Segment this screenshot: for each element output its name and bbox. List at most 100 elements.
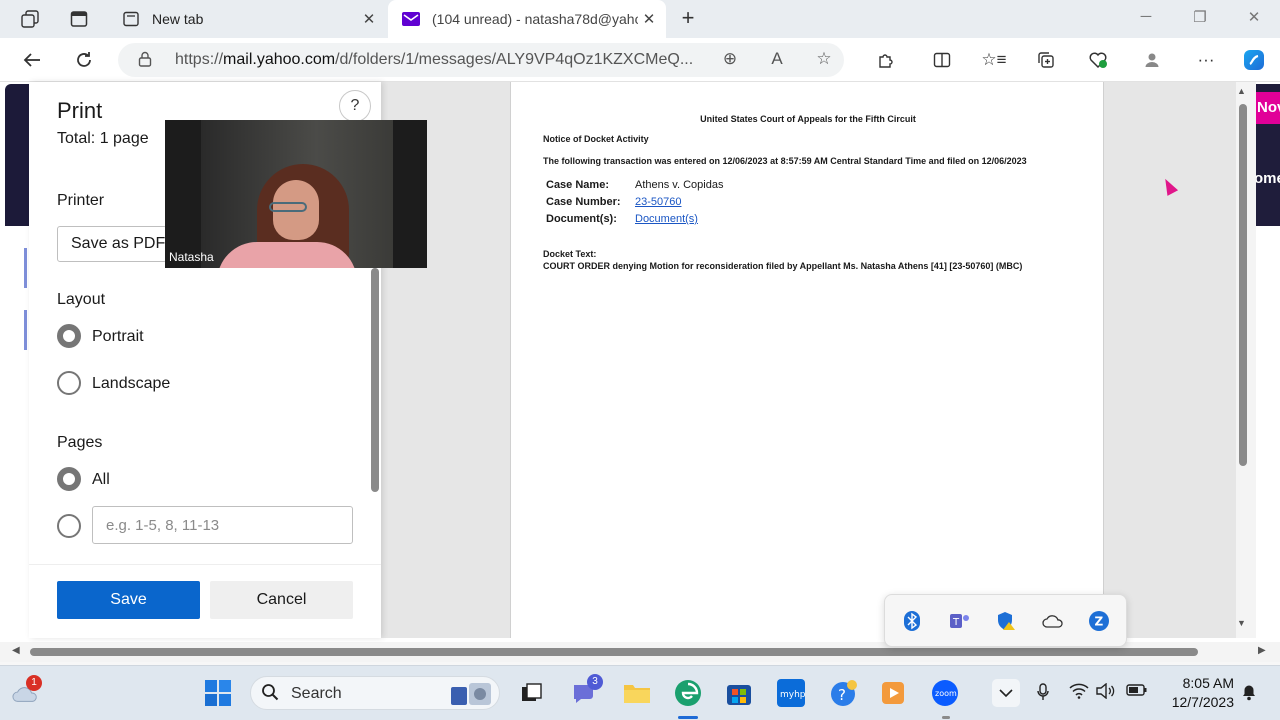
running-app-indicator — [942, 716, 950, 719]
pages-all-radio[interactable] — [57, 467, 81, 491]
close-tab-icon[interactable]: ✕ — [638, 10, 660, 28]
svg-text:?: ? — [838, 686, 846, 704]
video-call-overlay[interactable]: Natasha — [165, 120, 427, 268]
onedrive-icon[interactable] — [1041, 609, 1065, 633]
bluetooth-icon[interactable] — [900, 609, 924, 633]
new-tab-plus-icon[interactable]: + — [676, 7, 700, 29]
active-app-indicator — [678, 716, 698, 719]
battery-icon[interactable] — [1126, 683, 1148, 701]
zoom-icon[interactable]: ⊕ — [719, 49, 741, 69]
workspaces-icon[interactable] — [19, 8, 41, 30]
close-window-icon[interactable]: ✕ — [1241, 8, 1267, 26]
pages-range-radio[interactable] — [57, 514, 81, 538]
participant-name: Natasha — [169, 250, 214, 264]
dialog-scrollbar-thumb[interactable] — [371, 268, 379, 492]
page-range-input[interactable] — [92, 506, 353, 544]
page-total: Total: 1 page — [57, 130, 149, 147]
minimize-icon[interactable]: ─ — [1133, 8, 1159, 25]
scroll-down-icon[interactable]: ▼ — [1237, 618, 1246, 628]
read-aloud-icon[interactable]: A — [766, 49, 788, 69]
favorite-star-icon[interactable]: ☆ — [813, 49, 835, 69]
restore-icon[interactable]: ❐ — [1187, 8, 1213, 26]
tab-actions-icon[interactable] — [68, 8, 90, 30]
yahoo-mail-icon — [402, 10, 420, 28]
volume-icon[interactable] — [1095, 682, 1117, 703]
tray-overflow-chevron-icon[interactable] — [992, 679, 1020, 707]
file-explorer-icon[interactable] — [623, 679, 651, 707]
save-button[interactable]: Save — [57, 581, 200, 619]
split-screen-icon[interactable] — [930, 48, 954, 72]
banner-text: ome — [1254, 170, 1280, 187]
profile-icon[interactable] — [1140, 48, 1164, 72]
start-icon[interactable] — [204, 679, 232, 707]
title-bar: New tab ✕ (104 unread) - natasha78d@yaho… — [0, 0, 1280, 38]
clock-time: 8:05 AM — [1182, 675, 1234, 691]
scroll-right-icon[interactable]: ▶ — [1258, 645, 1266, 656]
portrait-radio[interactable] — [57, 324, 81, 348]
microphone-icon[interactable] — [1032, 683, 1054, 705]
tab-title: New tab — [152, 11, 204, 27]
zoom-app-icon[interactable]: Z — [1087, 609, 1111, 633]
sidebar-marker — [24, 310, 27, 350]
close-tab-icon[interactable]: ✕ — [358, 10, 380, 28]
more-menu-icon[interactable]: ··· — [1194, 48, 1218, 72]
teams-icon[interactable]: T — [948, 609, 972, 633]
participant-shirt — [217, 242, 357, 268]
printer-select[interactable]: Save as PDF — [57, 226, 167, 262]
lock-icon[interactable] — [138, 51, 152, 71]
security-warning-icon[interactable] — [994, 609, 1018, 633]
case-number-label: Case Number: — [546, 196, 621, 208]
scrollbar-thumb[interactable] — [1239, 104, 1247, 466]
back-icon[interactable] — [20, 48, 44, 72]
browser-essentials-icon[interactable] — [1086, 48, 1110, 72]
url-text[interactable]: https://mail.yahoo.com/d/folders/1/messa… — [175, 51, 693, 69]
pages-heading: Pages — [57, 434, 103, 451]
print-title: Print — [57, 98, 103, 123]
help-icon[interactable]: ? — [339, 90, 371, 122]
mail-ad-banner[interactable]: Nov ome — [1254, 84, 1280, 226]
case-number-link[interactable]: 23-50760 — [635, 196, 682, 208]
favorites-icon[interactable]: ☆≡ — [981, 48, 1006, 72]
edge-icon[interactable] — [674, 679, 702, 707]
tab-title: (104 unread) - natasha78d@yahoo — [432, 11, 638, 27]
landscape-label[interactable]: Landscape — [92, 375, 170, 393]
portrait-label[interactable]: Portrait — [92, 328, 144, 346]
zoom-taskbar-icon[interactable]: zoom — [931, 679, 959, 707]
address-bar[interactable]: https://mail.yahoo.com/d/folders/1/messa… — [118, 43, 844, 77]
scroll-left-icon[interactable]: ◀ — [12, 645, 20, 656]
mail-sidebar-strip — [5, 84, 29, 226]
taskbar-search[interactable]: Search — [250, 676, 500, 710]
wifi-icon[interactable] — [1068, 683, 1090, 703]
court-heading: United States Court of Appeals for the F… — [700, 114, 916, 124]
clock[interactable]: 8:05 AM 12/7/2023 — [1162, 674, 1234, 712]
transaction-line: The following transaction was entered on… — [543, 156, 1027, 166]
tab-new-tab[interactable]: New tab ✕ — [108, 0, 386, 38]
sidebar-marker — [24, 248, 27, 288]
clock-date: 12/7/2023 — [1171, 694, 1234, 710]
banner-label: Nov — [1254, 92, 1280, 124]
myhp-icon[interactable]: myhp — [777, 679, 805, 707]
notifications-bell-icon[interactable] — [1238, 683, 1260, 705]
cancel-button[interactable]: Cancel — [210, 581, 353, 619]
landscape-radio[interactable] — [57, 371, 81, 395]
pages-all-label[interactable]: All — [92, 471, 110, 489]
get-help-icon[interactable]: ? — [830, 679, 858, 707]
weather-badge: 1 — [26, 675, 42, 691]
layout-heading: Layout — [57, 291, 106, 308]
media-player-icon[interactable] — [879, 679, 907, 707]
extensions-icon[interactable] — [874, 48, 898, 72]
microsoft-store-icon[interactable] — [725, 679, 753, 707]
case-name-value: Athens v. Copidas — [635, 179, 724, 191]
scroll-up-icon[interactable]: ▲ — [1237, 86, 1246, 96]
refresh-icon[interactable] — [72, 48, 96, 72]
documents-link[interactable]: Document(s) — [635, 213, 698, 225]
copilot-icon[interactable] — [1242, 48, 1266, 72]
navigation-bar: https://mail.yahoo.com/d/folders/1/messa… — [0, 38, 1280, 82]
tab-yahoo-mail[interactable]: (104 unread) - natasha78d@yahoo ✕ — [388, 0, 666, 38]
svg-text:zoom: zoom — [935, 689, 957, 698]
svg-text:Z: Z — [1095, 615, 1104, 629]
preview-vertical-scrollbar[interactable]: ▲ ▼ — [1236, 82, 1256, 638]
task-view-icon[interactable] — [518, 679, 546, 707]
scrollbar-thumb[interactable] — [30, 648, 1198, 656]
collections-icon[interactable] — [1034, 48, 1058, 72]
